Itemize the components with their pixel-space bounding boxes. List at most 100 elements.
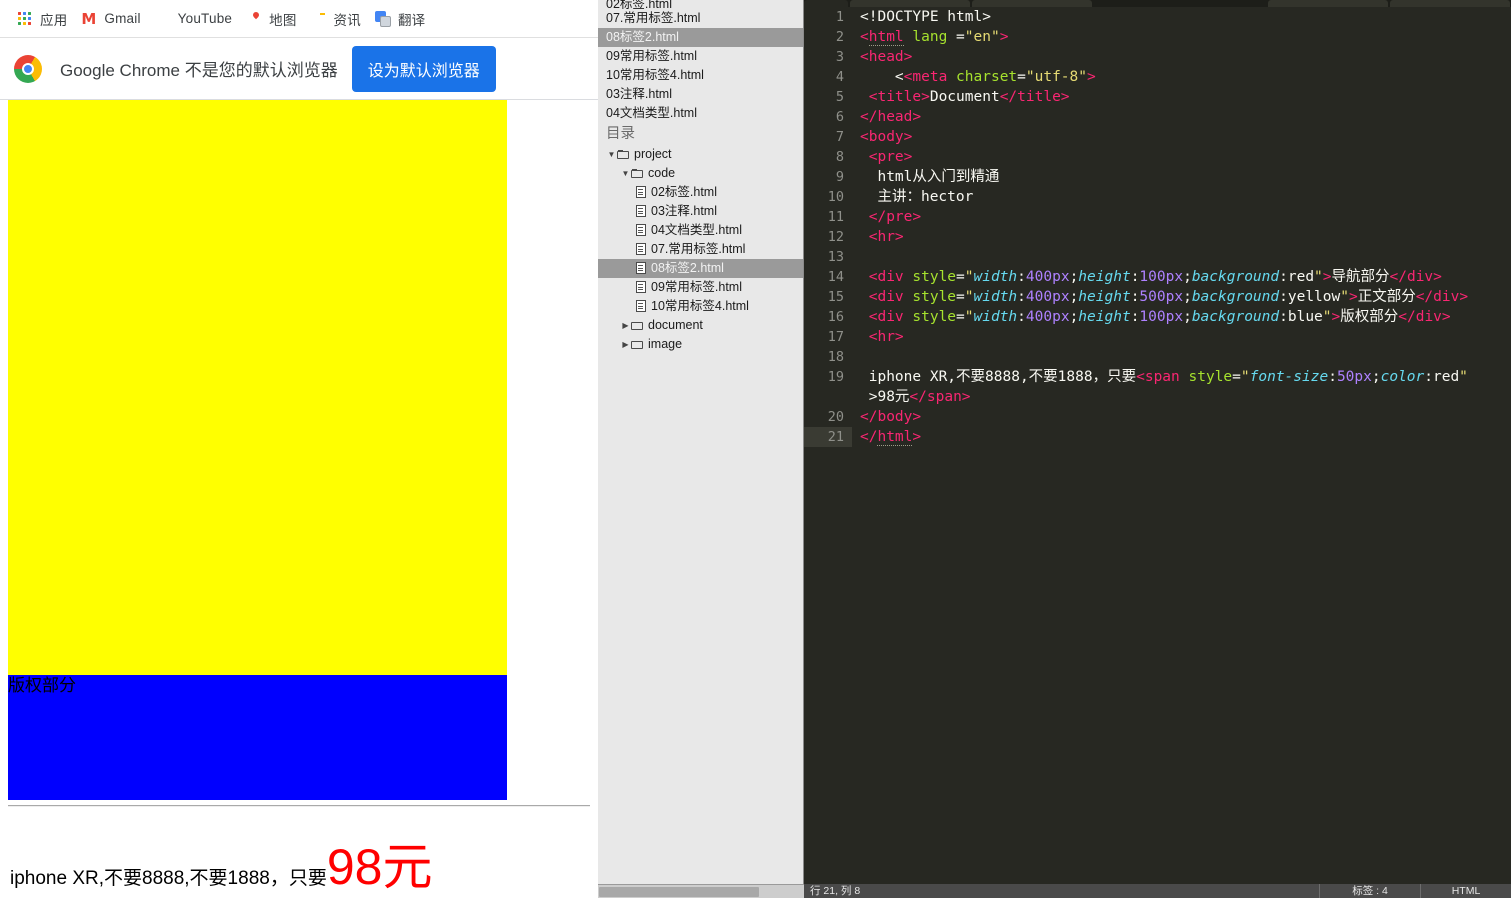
code-text: <div style="width:400px;height:500px;bac…	[868, 289, 1469, 305]
default-browser-infobar: Google Chrome 不是您的默认浏览器 设为默认浏览器	[0, 38, 598, 100]
editor-tab[interactable]	[1268, 0, 1388, 7]
line-number: 9	[835, 169, 844, 185]
tree-file-item-selected[interactable]: 08标签2.html	[598, 259, 803, 278]
code-line[interactable]: 20 </body>	[804, 407, 1511, 427]
code-line[interactable]: 1 <!DOCTYPE html>	[804, 7, 1511, 27]
open-file-item[interactable]: 07.常用标签.html	[598, 9, 803, 28]
file-icon	[636, 224, 647, 237]
code-line[interactable]: 17 <hr>	[804, 327, 1511, 347]
tree-node-document[interactable]: ▶ document	[598, 316, 803, 335]
chevron-down-icon[interactable]: ▼	[620, 164, 631, 183]
apps-grid-icon	[17, 11, 33, 27]
code-text: <head>	[860, 49, 913, 65]
bookmark-label: YouTube	[177, 11, 233, 26]
code-line[interactable]: 2 <html lang ="en">	[804, 27, 1511, 47]
tree-file-item[interactable]: 07.常用标签.html	[598, 240, 803, 259]
tree-node-project[interactable]: ▼ project	[598, 145, 803, 164]
code-text: <pre>	[868, 149, 913, 165]
tree-horizontal-scrollbar[interactable]	[598, 884, 804, 898]
bookmark-apps[interactable]: 应用	[10, 6, 74, 32]
line-number: 14	[827, 269, 844, 285]
tree-node-label: 07.常用标签.html	[651, 242, 746, 256]
tree-node-image[interactable]: ▶ image	[598, 335, 803, 354]
open-file-item-clipped[interactable]: 02标签.html	[598, 0, 803, 9]
line-number: 12	[827, 229, 844, 245]
tag-count-status: 标签 : 4	[1352, 885, 1388, 897]
tree-file-item[interactable]: 03注释.html	[598, 202, 803, 221]
code-line[interactable]: 11 </pre>	[804, 207, 1511, 227]
code-line[interactable]: 18	[804, 347, 1511, 367]
folder-open-icon	[631, 168, 644, 179]
file-icon	[636, 205, 647, 218]
tree-file-item[interactable]: 02标签.html	[598, 183, 803, 202]
code-line[interactable]: 9 html从入门到精通	[804, 167, 1511, 187]
file-tree-panel: 02标签.html 07.常用标签.html 08标签2.html 09常用标签…	[598, 0, 804, 898]
chevron-down-icon[interactable]: ▼	[606, 145, 617, 164]
code-line[interactable]: 8 <pre>	[804, 147, 1511, 167]
code-line[interactable]: 3 <head>	[804, 47, 1511, 67]
code-line[interactable]: 5 <title>Document</title>	[804, 87, 1511, 107]
code-line[interactable]: 12 <hr>	[804, 227, 1511, 247]
code-text: 主讲：hector	[860, 189, 974, 205]
google-translate-icon	[375, 11, 391, 27]
open-file-item[interactable]: 10常用标签4.html	[598, 66, 803, 85]
price-prefix-text: iphone XR,不要8888,不要1888，只要	[10, 868, 327, 889]
cursor-position-status[interactable]: 行 21, 列 8	[804, 884, 866, 898]
tree-node-label: project	[634, 147, 672, 161]
code-line[interactable]: 14 <div style="width:400px;height:100px;…	[804, 267, 1511, 287]
editor-tab[interactable]	[1390, 0, 1510, 7]
code-text: </html>	[860, 429, 922, 446]
code-line[interactable]: 6 </head>	[804, 107, 1511, 127]
bookmark-youtube[interactable]: YouTube	[148, 6, 239, 32]
line-number: 21	[804, 427, 852, 447]
code-line[interactable]: 13	[804, 247, 1511, 267]
tree-node-code[interactable]: ▼ code	[598, 164, 803, 183]
code-line[interactable]: 10 主讲：hector	[804, 187, 1511, 207]
code-line[interactable]: 4 <<meta charset="utf-8">	[804, 67, 1511, 87]
tree-file-item[interactable]: 04文档类型.html	[598, 221, 803, 240]
editor-tab[interactable]	[850, 0, 970, 7]
file-icon	[636, 262, 647, 275]
folder-closed-icon	[631, 340, 644, 350]
tree-section-title: 目录	[606, 126, 635, 142]
bookmark-maps[interactable]: 地图	[239, 6, 303, 32]
code-line[interactable]: 16 <div style="width:400px;height:100px;…	[804, 307, 1511, 327]
code-text: <html lang ="en">	[860, 29, 1009, 46]
tree-file-item[interactable]: 09常用标签.html	[598, 278, 803, 297]
code-line[interactable]: 7 <body>	[804, 127, 1511, 147]
editor-tab[interactable]	[972, 0, 1092, 7]
code-line[interactable]: 21 </html>	[804, 427, 1511, 447]
horizontal-rule	[8, 805, 590, 807]
code-lines-container[interactable]: 1 <!DOCTYPE html> 2 <html lang ="en"> 3 <head…	[804, 7, 1511, 884]
chrome-browser-window: 应用 M Gmail YouTube 地图 资讯 翻译 Google Chrom…	[0, 0, 598, 898]
chevron-right-icon[interactable]: ▶	[620, 335, 631, 354]
code-editor-window: 1 <!DOCTYPE html> 2 <html lang ="en"> 3 <head…	[804, 0, 1511, 898]
tree-node-label: 08标签2.html	[651, 261, 724, 275]
line-number: 3	[835, 49, 844, 65]
set-default-browser-button[interactable]: 设为默认浏览器	[351, 45, 496, 92]
open-file-item[interactable]: 04文档类型.html	[598, 104, 803, 123]
bookmark-label: 应用	[40, 12, 68, 28]
code-line[interactable]: 15 <div style="width:400px;height:500px;…	[804, 287, 1511, 307]
code-text: html从入门到精通	[860, 169, 1000, 185]
bookmarks-bar: 应用 M Gmail YouTube 地图 资讯 翻译	[0, 0, 598, 38]
bookmark-news[interactable]: 资讯	[304, 6, 368, 32]
open-file-item[interactable]: 09常用标签.html	[598, 47, 803, 66]
line-number: 2	[835, 29, 844, 45]
open-file-item-selected[interactable]: 08标签2.html	[598, 28, 803, 47]
line-number: 17	[827, 329, 844, 345]
tree-node-label: document	[648, 318, 703, 332]
bookmark-gmail[interactable]: M Gmail	[74, 6, 147, 32]
code-line[interactable]: 19 iphone XR,不要8888,不要1888，只要<span style…	[804, 367, 1511, 407]
tree-node-label: image	[648, 337, 683, 351]
editor-tab[interactable]	[804, 0, 848, 7]
rendered-page-viewport: 导航部分 版权部分 iphone XR,不要8888,不要1888，只要98元	[0, 100, 598, 898]
folder-closed-icon	[631, 321, 644, 331]
bookmark-translate[interactable]: 翻译	[368, 6, 432, 32]
code-text: iphone XR,不要8888,不要1888，只要<span style="f…	[860, 369, 1468, 405]
language-status[interactable]: HTML	[1421, 884, 1511, 898]
chevron-right-icon[interactable]: ▶	[620, 316, 631, 335]
tree-file-item[interactable]: 10常用标签4.html	[598, 297, 803, 316]
open-file-item[interactable]: 03注释.html	[598, 85, 803, 104]
price-highlight-text: 98元	[326, 839, 433, 895]
